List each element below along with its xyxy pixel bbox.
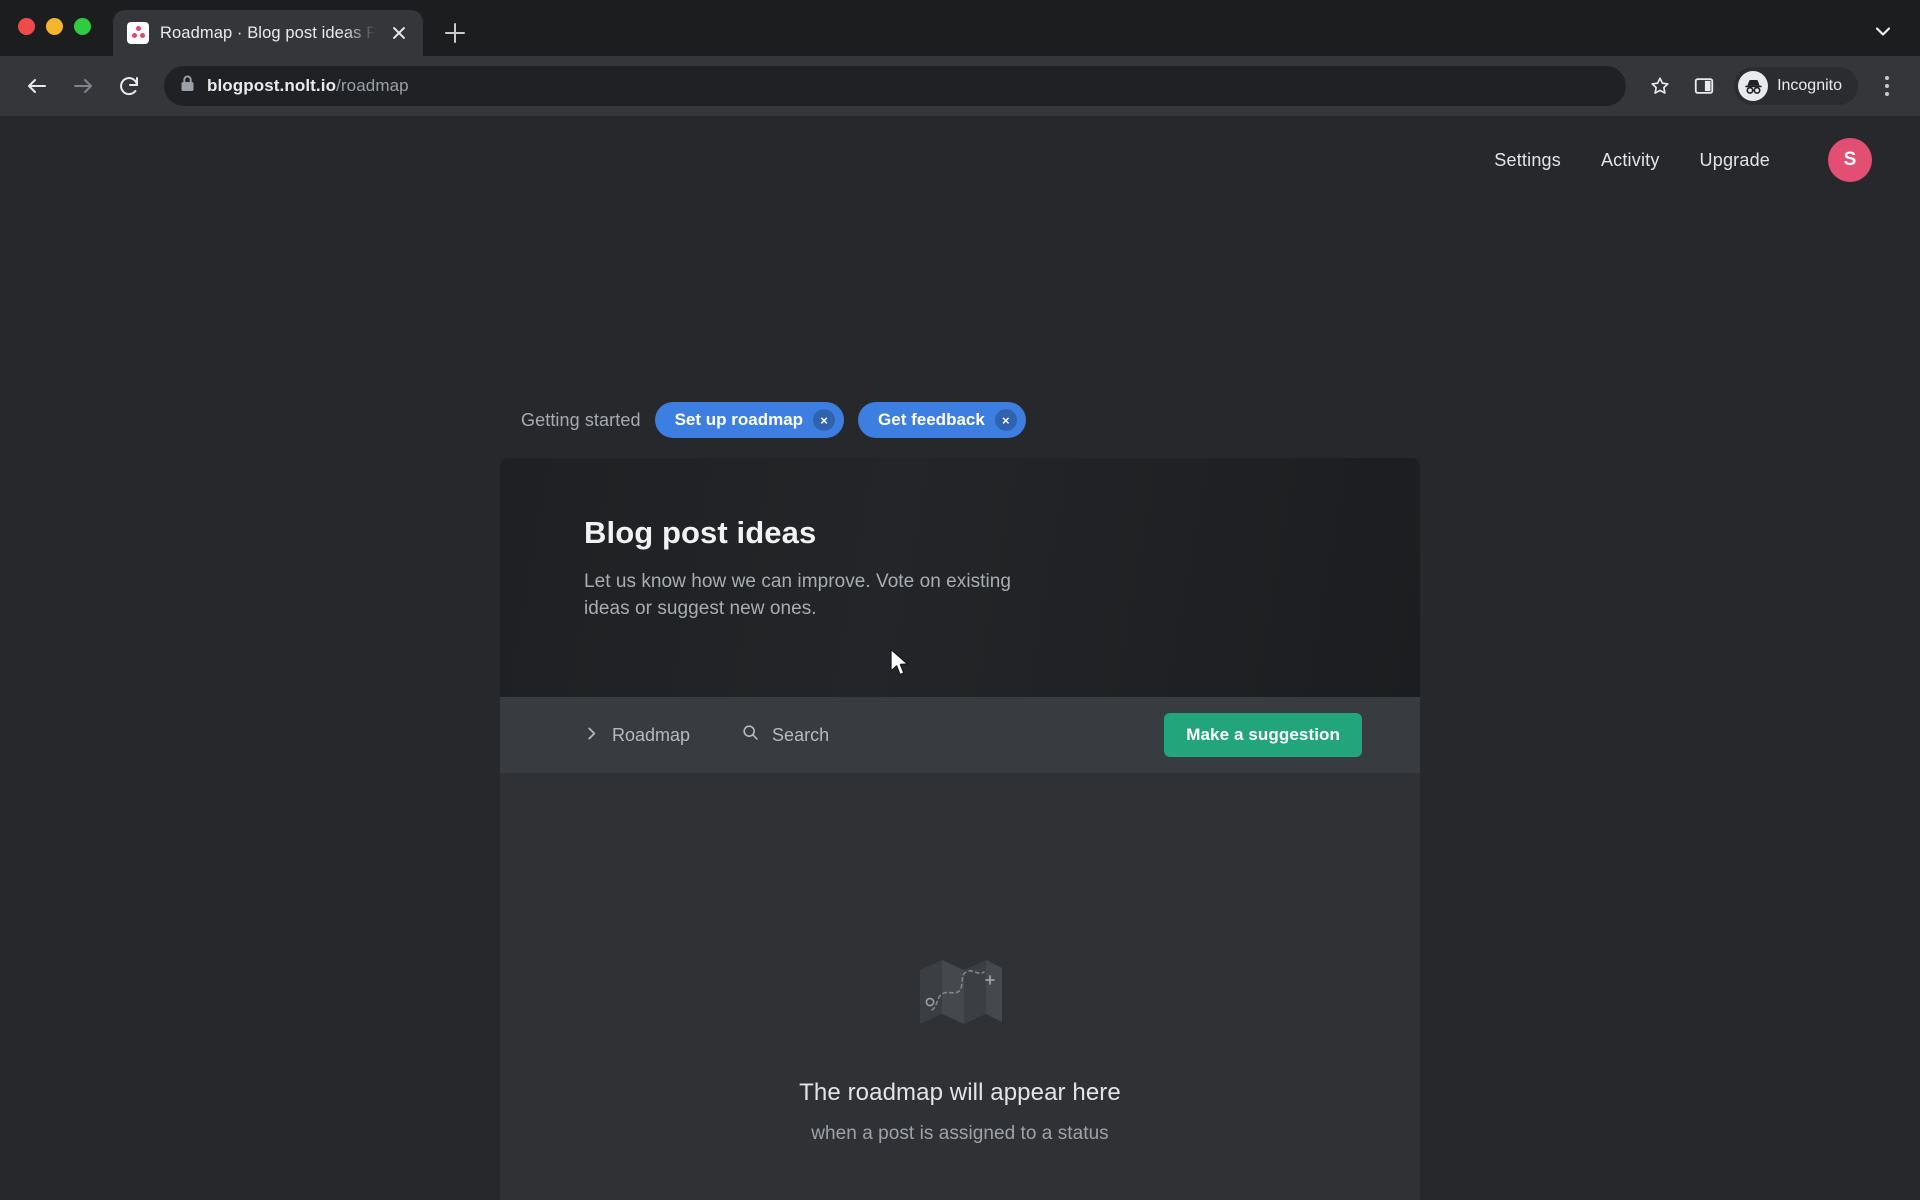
- close-icon[interactable]: [387, 21, 411, 45]
- search-icon: [742, 724, 759, 746]
- close-icon[interactable]: ×: [994, 409, 1017, 431]
- empty-state-title: The roadmap will appear here: [799, 1079, 1121, 1106]
- pill-label: Get feedback: [878, 410, 985, 429]
- minimize-window-button[interactable]: [46, 17, 63, 35]
- tab-strip: Roadmap · Blog post ideas Fee: [0, 0, 1920, 56]
- url-host: blogpost.nolt.io: [207, 76, 337, 95]
- board-header: Blog post ideas Let us know how we can i…: [500, 458, 1420, 697]
- reload-icon[interactable]: [110, 67, 148, 105]
- incognito-icon: [1738, 71, 1769, 101]
- make-a-suggestion-button[interactable]: Make a suggestion: [1164, 713, 1362, 757]
- incognito-label: Incognito: [1777, 77, 1842, 94]
- omnibox-toolbar: blogpost.nolt.io/roadmap Incognito: [0, 56, 1920, 116]
- search-placeholder: Search: [772, 724, 830, 745]
- browser-window: Roadmap · Blog post ideas Fee blogpost.n…: [0, 0, 1920, 1200]
- roadmap-toggle[interactable]: Roadmap: [584, 725, 690, 746]
- close-window-button[interactable]: [18, 17, 35, 35]
- window-controls: [18, 0, 91, 56]
- new-tab-button[interactable]: [435, 10, 475, 56]
- tab-title: Roadmap · Blog post ideas Fee: [160, 23, 376, 42]
- getting-started-bar: Getting started Set up roadmap × Get fee…: [521, 402, 1026, 438]
- board-card: Blog post ideas Let us know how we can i…: [500, 458, 1420, 1200]
- board-toolbar: Roadmap Search Make a suggestion: [500, 697, 1420, 774]
- star-icon[interactable]: [1642, 68, 1678, 104]
- maximize-window-button[interactable]: [74, 17, 91, 35]
- nav-link-settings[interactable]: Settings: [1494, 150, 1561, 171]
- url-path: /roadmap: [336, 76, 409, 95]
- side-panel-icon[interactable]: [1686, 68, 1722, 104]
- board-description: Let us know how we can improve. Vote on …: [584, 571, 1011, 619]
- kebab-menu-icon[interactable]: [1872, 68, 1902, 104]
- chevron-down-icon[interactable]: [1870, 18, 1896, 44]
- getting-started-pill-get-feedback[interactable]: Get feedback ×: [858, 402, 1026, 438]
- roadmap-toggle-label: Roadmap: [612, 724, 691, 745]
- browser-tab[interactable]: Roadmap · Blog post ideas Fee: [113, 10, 423, 56]
- pill-label: Set up roadmap: [674, 410, 804, 429]
- empty-state: The roadmap will appear here when a post…: [799, 952, 1121, 1145]
- site-top-nav: Settings Activity Upgrade S: [0, 116, 1920, 204]
- address-bar[interactable]: blogpost.nolt.io/roadmap: [164, 66, 1627, 106]
- url-text: blogpost.nolt.io/roadmap: [207, 76, 409, 96]
- close-icon[interactable]: ×: [813, 409, 836, 431]
- folded-map-icon: [916, 952, 1004, 1037]
- search-input[interactable]: Search: [742, 724, 829, 746]
- nav-link-upgrade[interactable]: Upgrade: [1700, 150, 1770, 171]
- lock-icon: [180, 75, 195, 97]
- arrow-left-icon[interactable]: [18, 67, 56, 105]
- getting-started-pill-set-up-roadmap[interactable]: Set up roadmap ×: [654, 402, 845, 438]
- empty-state-subtitle: when a post is assigned to a status: [811, 1123, 1109, 1144]
- chevron-right-icon: [584, 725, 599, 746]
- page-viewport: Settings Activity Upgrade S Getting star…: [0, 116, 1920, 1200]
- page-title: Blog post ideas: [584, 515, 817, 550]
- getting-started-label: Getting started: [521, 409, 641, 430]
- nolt-dots-favicon: [127, 22, 149, 44]
- avatar[interactable]: S: [1828, 138, 1872, 182]
- roadmap-empty-area: The roadmap will appear here when a post…: [500, 774, 1420, 1200]
- nav-link-activity[interactable]: Activity: [1601, 150, 1660, 171]
- arrow-right-icon[interactable]: [64, 67, 102, 105]
- incognito-indicator[interactable]: Incognito: [1734, 67, 1858, 105]
